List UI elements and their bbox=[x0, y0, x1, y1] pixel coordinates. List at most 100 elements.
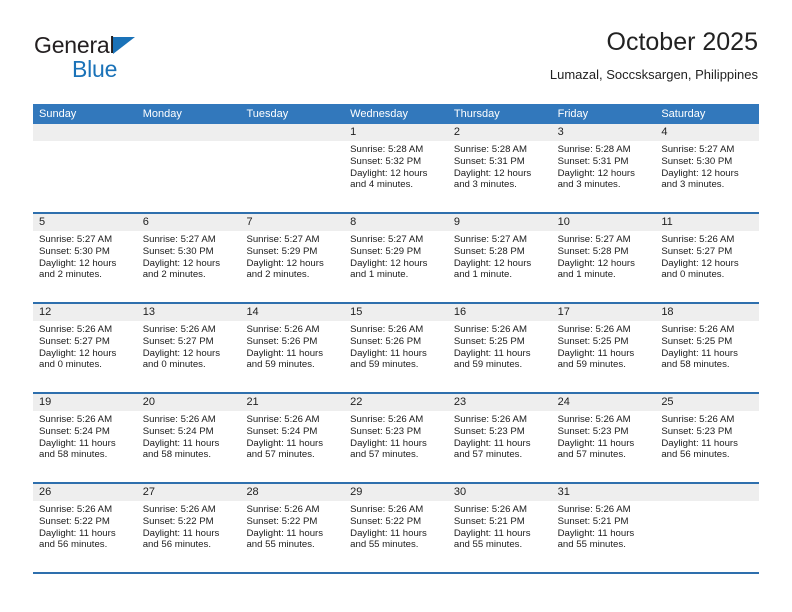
calendar-day-cell[interactable]: 31 Sunrise: 5:26 AM Sunset: 5:21 PM Dayligh… bbox=[551, 484, 656, 572]
calendar-week-row: 19 Sunrise: 5:26 AM Sunset: 5:24 PM Dayligh… bbox=[33, 392, 760, 482]
calendar-day-cell[interactable]: 14 Sunrise: 5:26 AM Sunset: 5:26 PM Dayligh… bbox=[240, 304, 345, 392]
calendar-day-cell[interactable]: 26 Sunrise: 5:26 AM Sunset: 5:22 PM Dayligh… bbox=[33, 484, 137, 572]
calendar-day-cell[interactable]: 2 Sunrise: 5:28 AM Sunset: 5:31 PM Daylight… bbox=[447, 124, 552, 212]
calendar-day-cell[interactable]: 8 Sunrise: 5:27 AM Sunset: 5:29 PM Daylight… bbox=[344, 214, 448, 302]
daylight-text-line1: Daylight: 11 hours bbox=[350, 347, 427, 359]
calendar-grid: Sunday Monday Tuesday Wednesday Thursday Frid… bbox=[33, 104, 760, 574]
daylight-text-line1: Daylight: 12 hours bbox=[39, 347, 117, 359]
calendar-day-cell[interactable]: 25 Sunrise: 5:26 AM Sunset: 5:23 PM Dayligh… bbox=[655, 394, 760, 482]
day-details: Sunrise: 5:26 AM Sunset: 5:25 PM Daylight:… bbox=[552, 321, 656, 371]
day-details: Sunrise: 5:27 AM Sunset: 5:29 PM Daylight:… bbox=[344, 231, 448, 281]
calendar-day-cell[interactable]: 23 Sunrise: 5:26 AM Sunset: 5:23 PM Dayligh… bbox=[447, 394, 552, 482]
daylight-text-line1: Daylight: 11 hours bbox=[453, 347, 531, 359]
day-number: 26 bbox=[33, 484, 137, 501]
calendar-day-cell[interactable]: 10 Sunrise: 5:27 AM Sunset: 5:28 PM Dayligh… bbox=[551, 214, 656, 302]
daylight-text-line2: and 55 minutes. bbox=[453, 539, 523, 551]
day-details: Sunrise: 5:27 AM Sunset: 5:29 PM Daylight:… bbox=[240, 231, 344, 281]
day-details: Sunrise: 5:26 AM Sunset: 5:27 PM Daylight:… bbox=[655, 231, 759, 281]
day-number: 14 bbox=[240, 304, 345, 321]
daylight-text-line1: Daylight: 11 hours bbox=[39, 437, 116, 449]
day-number: 9 bbox=[447, 214, 552, 231]
calendar-day-cell[interactable]: 30 Sunrise: 5:26 AM Sunset: 5:21 PM Dayligh… bbox=[447, 484, 552, 572]
day-number: 28 bbox=[240, 484, 345, 501]
sunrise-text: Sunrise: 5:26 AM bbox=[557, 324, 631, 335]
daylight-text-line1: Daylight: 12 hours bbox=[557, 257, 635, 269]
day-details: Sunrise: 5:26 AM Sunset: 5:23 PM Daylight:… bbox=[344, 411, 448, 461]
day-number: 16 bbox=[447, 304, 552, 321]
calendar-day-cell[interactable]: 24 Sunrise: 5:26 AM Sunset: 5:23 PM Dayligh… bbox=[551, 394, 656, 482]
calendar-day-cell-empty bbox=[136, 124, 241, 212]
daylight-text-line2: and 4 minutes. bbox=[350, 179, 414, 191]
daylight-text-line1: Daylight: 12 hours bbox=[246, 257, 324, 269]
calendar-day-cell[interactable]: 7 Sunrise: 5:27 AM Sunset: 5:29 PM Daylight… bbox=[240, 214, 345, 302]
calendar-day-cell[interactable]: 4 Sunrise: 5:27 AM Sunset: 5:30 PM Daylight… bbox=[655, 124, 760, 212]
calendar-weeks: 1 Sunrise: 5:28 AM Sunset: 5:32 PM Daylight… bbox=[33, 124, 760, 572]
sunset-text: Sunset: 5:21 PM bbox=[557, 515, 629, 527]
day-number bbox=[240, 124, 345, 141]
calendar-day-cell[interactable]: 5 Sunrise: 5:27 AM Sunset: 5:30 PM Daylight… bbox=[33, 214, 137, 302]
calendar-day-cell[interactable]: 3 Sunrise: 5:28 AM Sunset: 5:31 PM Daylight… bbox=[551, 124, 656, 212]
sunrise-text: Sunrise: 5:26 AM bbox=[661, 234, 735, 245]
daylight-text-line2: and 58 minutes. bbox=[661, 359, 730, 371]
calendar-day-cell[interactable]: 21 Sunrise: 5:26 AM Sunset: 5:24 PM Dayligh… bbox=[240, 394, 345, 482]
day-details: Sunrise: 5:27 AM Sunset: 5:30 PM Daylight:… bbox=[137, 231, 241, 281]
calendar-day-cell[interactable]: 13 Sunrise: 5:26 AM Sunset: 5:27 PM Dayligh… bbox=[136, 304, 241, 392]
sunrise-text: Sunrise: 5:26 AM bbox=[557, 504, 631, 515]
day-number: 5 bbox=[33, 214, 137, 231]
day-number: 11 bbox=[655, 214, 760, 231]
daylight-text-line1: Daylight: 11 hours bbox=[453, 527, 531, 539]
calendar-day-cell[interactable]: 11 Sunrise: 5:26 AM Sunset: 5:27 PM Dayligh… bbox=[655, 214, 760, 302]
daylight-text-line2: and 59 minutes. bbox=[246, 359, 315, 371]
page-title: October 2025 bbox=[606, 28, 759, 56]
day-details: Sunrise: 5:26 AM Sunset: 5:21 PM Daylight:… bbox=[448, 501, 552, 551]
daylight-text-line2: and 55 minutes. bbox=[557, 539, 626, 551]
day-number: 20 bbox=[136, 394, 241, 411]
daylight-text-line1: Daylight: 11 hours bbox=[246, 437, 324, 449]
daylight-text-line2: and 59 minutes. bbox=[557, 359, 626, 371]
sunrise-text: Sunrise: 5:26 AM bbox=[661, 324, 735, 335]
calendar-day-cell[interactable]: 29 Sunrise: 5:26 AM Sunset: 5:22 PM Dayligh… bbox=[344, 484, 448, 572]
calendar-day-cell[interactable]: 9 Sunrise: 5:27 AM Sunset: 5:28 PM Daylight… bbox=[447, 214, 552, 302]
daylight-text-line1: Daylight: 12 hours bbox=[142, 257, 221, 269]
calendar-day-cell[interactable]: 22 Sunrise: 5:26 AM Sunset: 5:23 PM Dayligh… bbox=[344, 394, 448, 482]
calendar-day-cell[interactable]: 1 Sunrise: 5:28 AM Sunset: 5:32 PM Daylight… bbox=[344, 124, 448, 212]
calendar-day-cell[interactable]: 12 Sunrise: 5:26 AM Sunset: 5:27 PM Dayligh… bbox=[33, 304, 137, 392]
daylight-text-line2: and 57 minutes. bbox=[557, 449, 626, 461]
daylight-text-line1: Daylight: 11 hours bbox=[142, 527, 220, 539]
daylight-text-line2: and 57 minutes. bbox=[246, 449, 315, 461]
sunset-text: Sunset: 5:24 PM bbox=[246, 425, 318, 437]
calendar-day-cell[interactable]: 28 Sunrise: 5:26 AM Sunset: 5:22 PM Dayligh… bbox=[240, 484, 345, 572]
sunrise-text: Sunrise: 5:27 AM bbox=[453, 234, 527, 245]
calendar-week-row: 12 Sunrise: 5:26 AM Sunset: 5:27 PM Dayligh… bbox=[33, 302, 760, 392]
sunrise-text: Sunrise: 5:26 AM bbox=[453, 504, 527, 515]
sunset-text: Sunset: 5:27 PM bbox=[142, 335, 214, 347]
daylight-text-line1: Daylight: 12 hours bbox=[350, 167, 428, 179]
daylight-text-line2: and 56 minutes. bbox=[39, 539, 108, 551]
calendar-day-cell[interactable]: 18 Sunrise: 5:26 AM Sunset: 5:25 PM Dayligh… bbox=[655, 304, 760, 392]
daylight-text-line1: Daylight: 11 hours bbox=[142, 437, 220, 449]
calendar-day-cell[interactable]: 20 Sunrise: 5:26 AM Sunset: 5:24 PM Dayligh… bbox=[136, 394, 241, 482]
day-number: 18 bbox=[655, 304, 760, 321]
calendar-day-cell[interactable]: 6 Sunrise: 5:27 AM Sunset: 5:30 PM Daylight… bbox=[136, 214, 241, 302]
sunrise-text: Sunrise: 5:27 AM bbox=[557, 234, 631, 245]
daylight-text-line1: Daylight: 12 hours bbox=[350, 257, 428, 269]
day-number: 25 bbox=[655, 394, 760, 411]
daylight-text-line2: and 55 minutes. bbox=[246, 539, 315, 551]
calendar-day-cell[interactable]: 17 Sunrise: 5:26 AM Sunset: 5:25 PM Dayligh… bbox=[551, 304, 656, 392]
sunset-text: Sunset: 5:23 PM bbox=[557, 425, 629, 437]
sunset-text: Sunset: 5:22 PM bbox=[142, 515, 214, 527]
calendar-day-cell-empty bbox=[240, 124, 345, 212]
calendar-day-cell[interactable]: 15 Sunrise: 5:26 AM Sunset: 5:26 PM Dayligh… bbox=[344, 304, 448, 392]
sunrise-text: Sunrise: 5:26 AM bbox=[557, 414, 631, 425]
sunrise-text: Sunrise: 5:26 AM bbox=[453, 414, 527, 425]
sunrise-text: Sunrise: 5:26 AM bbox=[350, 414, 424, 425]
calendar-day-cell[interactable]: 27 Sunrise: 5:26 AM Sunset: 5:22 PM Dayligh… bbox=[136, 484, 241, 572]
daylight-text-line2: and 56 minutes. bbox=[142, 539, 211, 551]
calendar-week-row: 26 Sunrise: 5:26 AM Sunset: 5:22 PM Dayligh… bbox=[33, 482, 760, 572]
calendar-day-cell[interactable]: 16 Sunrise: 5:26 AM Sunset: 5:25 PM Dayligh… bbox=[447, 304, 552, 392]
calendar-day-cell[interactable]: 19 Sunrise: 5:26 AM Sunset: 5:24 PM Dayligh… bbox=[33, 394, 137, 482]
sunset-text: Sunset: 5:22 PM bbox=[350, 515, 422, 527]
sunset-text: Sunset: 5:23 PM bbox=[350, 425, 422, 437]
sunset-text: Sunset: 5:28 PM bbox=[453, 245, 525, 257]
day-number: 7 bbox=[240, 214, 345, 231]
